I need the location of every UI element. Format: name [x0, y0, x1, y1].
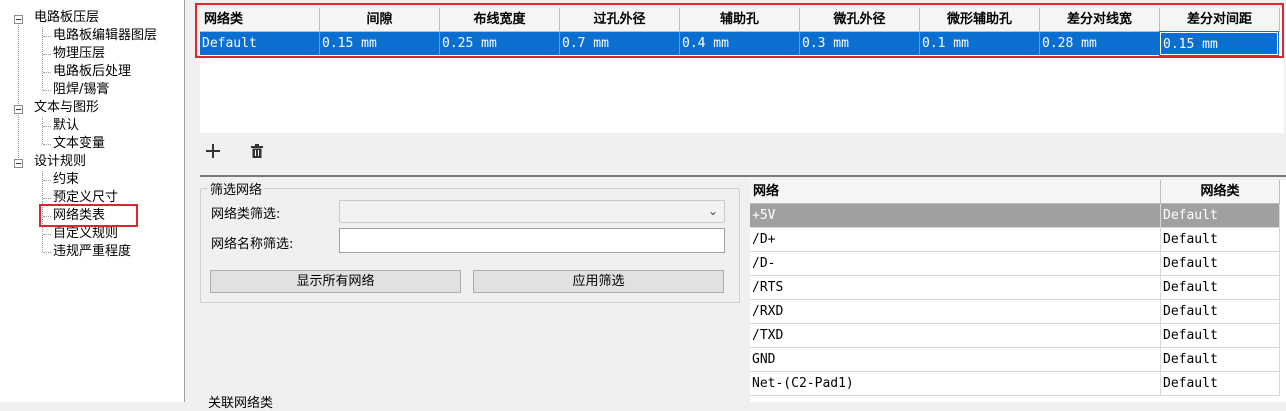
table-row[interactable]: /RXD Default — [750, 300, 1280, 324]
netclass-grid: 网络类 间隙 布线宽度 过孔外径 辅助孔 微孔外径 微形辅助孔 差分对线宽 差分… — [200, 8, 1284, 133]
name-filter-label: 网络名称筛选: — [211, 237, 294, 252]
cell-microvia-size[interactable]: 0.3 mm — [800, 32, 920, 55]
tree-item-solder-mask-paste[interactable]: 阻焊/锡膏 — [0, 81, 185, 99]
col-header-diff-pair-gap[interactable]: 差分对间距 — [1160, 8, 1280, 32]
plus-icon — [206, 144, 220, 158]
chevron-down-icon: ⌄ — [707, 204, 718, 218]
col-header-net-class[interactable]: 网络类 — [1161, 180, 1280, 204]
tree-item-board-stackup[interactable]: 电路板压层 — [0, 9, 185, 27]
cell-net-class[interactable]: Default — [1161, 252, 1280, 276]
col-header-via-size[interactable]: 过孔外径 — [560, 8, 680, 32]
cell-net-class[interactable]: Default — [1161, 324, 1280, 348]
tree-item-text-graphics[interactable]: 文本与图形 — [0, 99, 185, 117]
cell-net[interactable]: /D+ — [750, 228, 1161, 252]
cell-net-class[interactable]: Default — [1161, 276, 1280, 300]
table-row[interactable]: /TXD Default — [750, 324, 1280, 348]
col-header-diff-pair-width[interactable]: 差分对线宽 — [1040, 8, 1160, 32]
table-row[interactable]: /D+ Default — [750, 228, 1280, 252]
col-header-clearance[interactable]: 间隙 — [320, 8, 440, 32]
cell-clearance[interactable]: 0.15 mm — [320, 32, 440, 55]
name-filter-input[interactable] — [339, 228, 725, 253]
col-header-track-width[interactable]: 布线宽度 — [440, 8, 560, 32]
tree-item-constraints[interactable]: 约束 — [0, 171, 185, 189]
col-header-microvia-size[interactable]: 微孔外径 — [800, 8, 920, 32]
collapse-icon[interactable] — [14, 15, 23, 24]
tree-item-board-editor-layers[interactable]: 电路板编辑器图层 — [0, 27, 185, 45]
class-filter-dropdown[interactable]: ⌄ — [339, 200, 725, 223]
cell-net[interactable]: Net-(C2-Pad1) — [750, 372, 1161, 396]
settings-tree: 电路板压层 电路板编辑器图层 物理压层 电路板后处理 阻焊/锡膏 文本与图形 默… — [0, 0, 185, 402]
cell-net-class[interactable]: Default — [1161, 228, 1280, 252]
collapse-icon[interactable] — [14, 105, 23, 114]
cell-netclass[interactable]: Default — [200, 32, 320, 55]
cell-track-width[interactable]: 0.25 mm — [440, 32, 560, 55]
table-row[interactable]: Net-(C2-Pad1) Default — [750, 372, 1280, 396]
cell-net[interactable]: /D- — [750, 252, 1161, 276]
cell-net[interactable]: /TXD — [750, 324, 1161, 348]
add-netclass-button[interactable] — [202, 140, 224, 162]
cell-via-drill[interactable]: 0.4 mm — [680, 32, 800, 55]
class-filter-label: 网络类筛选: — [211, 207, 281, 222]
grid-row-default[interactable]: Default 0.15 mm 0.25 mm 0.7 mm 0.4 mm 0.… — [200, 31, 1280, 56]
table-row[interactable]: /D- Default — [750, 252, 1280, 276]
cell-net-class[interactable]: Default — [1161, 348, 1280, 372]
tree-item-custom-rules[interactable]: 自定义规则 — [0, 225, 185, 243]
tree-item-design-rules[interactable]: 设计规则 — [0, 153, 185, 171]
net-table: 网络 网络类 +5V Default /D+ Default /D- Defau… — [750, 180, 1286, 402]
tree-item-net-classes[interactable]: 网络类表 — [0, 207, 185, 225]
table-row[interactable]: /RTS Default — [750, 276, 1280, 300]
delete-netclass-button[interactable] — [246, 140, 268, 162]
cell-net[interactable]: +5V — [750, 204, 1161, 228]
table-row[interactable]: GND Default — [750, 348, 1280, 372]
table-row[interactable]: +5V Default — [750, 204, 1280, 228]
apply-filter-button[interactable]: 应用筛选 — [473, 270, 724, 293]
cell-net[interactable]: /RTS — [750, 276, 1161, 300]
cell-diff-pair-gap[interactable]: 0.15 mm — [1159, 31, 1279, 56]
cell-microvia-drill[interactable]: 0.1 mm — [920, 32, 1040, 55]
col-header-via-drill[interactable]: 辅助孔 — [680, 8, 800, 32]
col-header-net[interactable]: 网络 — [750, 180, 1161, 204]
cell-net[interactable]: /RXD — [750, 300, 1161, 324]
collapse-icon[interactable] — [14, 159, 23, 168]
col-header-microvia-drill[interactable]: 微形辅助孔 — [920, 8, 1040, 32]
trash-icon — [251, 144, 263, 158]
tree-item-predefined-sizes[interactable]: 预定义尺寸 — [0, 189, 185, 207]
filter-group-title: 筛选网络 — [208, 179, 265, 198]
show-all-nets-button[interactable]: 显示所有网络 — [210, 270, 461, 293]
tree-item-text-variables[interactable]: 文本变量 — [0, 135, 185, 153]
tree-item-violation-severity[interactable]: 违规严重程度 — [0, 243, 185, 261]
panel-splitter[interactable] — [200, 175, 1286, 177]
tree-item-board-finish[interactable]: 电路板后处理 — [0, 63, 185, 81]
col-header-netclass[interactable]: 网络类 — [200, 8, 320, 32]
tree-item-defaults[interactable]: 默认 — [0, 117, 185, 135]
cell-net[interactable]: GND — [750, 348, 1161, 372]
cell-diff-pair-width[interactable]: 0.28 mm — [1040, 32, 1160, 55]
cell-via-size[interactable]: 0.7 mm — [560, 32, 680, 55]
cell-net-class[interactable]: Default — [1161, 372, 1280, 396]
cell-net-class[interactable]: Default — [1161, 300, 1280, 324]
grid-header: 网络类 间隙 布线宽度 过孔外径 辅助孔 微孔外径 微形辅助孔 差分对线宽 差分… — [200, 8, 1280, 32]
cell-net-class[interactable]: Default — [1161, 204, 1280, 228]
tree-item-physical-stackup[interactable]: 物理压层 — [0, 45, 185, 63]
